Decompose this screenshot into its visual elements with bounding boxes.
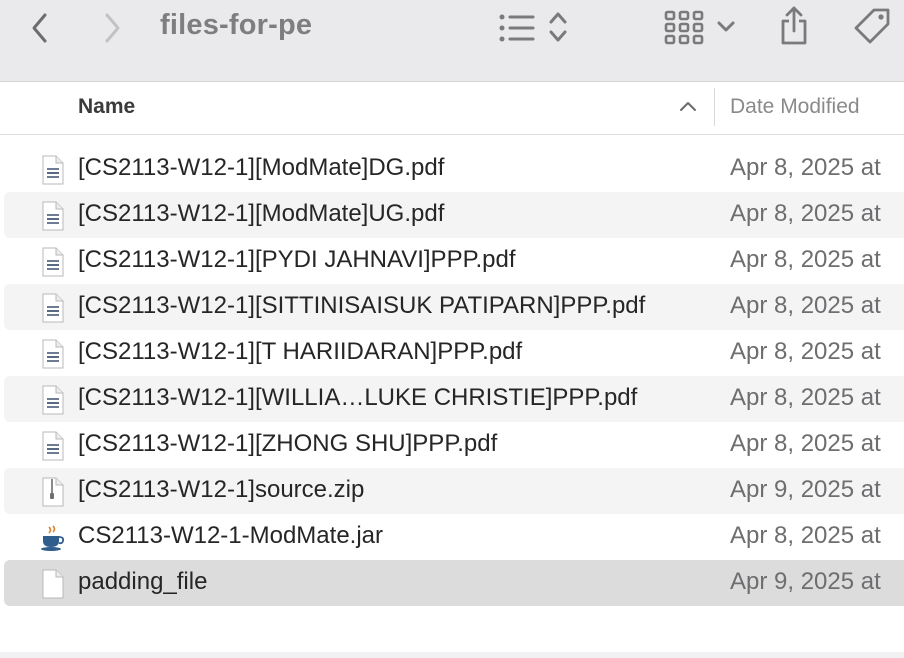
- file-name: [CS2113-W12-1][ModMate]UG.pdf: [78, 200, 445, 227]
- pdf-file-icon: [42, 293, 64, 323]
- file-name: [CS2113-W12-1][ZHONG SHU]PPP.pdf: [78, 430, 498, 457]
- file-name: [CS2113-W12-1][WILLIA…LUKE CHRISTIE]PPP.…: [78, 384, 638, 411]
- chevron-down-icon[interactable]: [716, 20, 736, 34]
- file-name: [CS2113-W12-1][ModMate]DG.pdf: [78, 154, 445, 181]
- file-name: [CS2113-W12-1][SITTINISAISUK PATIPARN]PP…: [78, 292, 646, 319]
- sort-ascending-icon[interactable]: [679, 100, 697, 112]
- file-date: Apr 8, 2025 at: [730, 384, 881, 411]
- file-name: CS2113-W12-1-ModMate.jar: [78, 522, 384, 549]
- pdf-file-icon: [42, 339, 64, 369]
- blank-file-icon: [42, 569, 64, 599]
- file-row[interactable]: [CS2113-W12-1][T HARIIDARAN]PPP.pdf Apr …: [4, 330, 904, 376]
- file-date: Apr 8, 2025 at: [730, 154, 881, 181]
- sort-updown-icon[interactable]: [548, 10, 568, 44]
- forward-chevron-icon[interactable]: [100, 12, 124, 44]
- back-chevron-icon[interactable]: [28, 12, 52, 44]
- column-header: Name Date Modified: [0, 82, 904, 135]
- file-row[interactable]: [CS2113-W12-1][WILLIA…LUKE CHRISTIE]PPP.…: [4, 376, 904, 422]
- file-row-selected[interactable]: padding_file Apr 9, 2025 at: [4, 560, 904, 606]
- toolbar: files-for-pe: [0, 0, 904, 82]
- status-bar-edge: [0, 652, 904, 658]
- file-date: Apr 8, 2025 at: [730, 292, 881, 319]
- file-row[interactable]: [CS2113-W12-1][PYDI JAHNAVI]PPP.pdf Apr …: [4, 238, 904, 284]
- zip-file-icon: [42, 477, 64, 507]
- file-row[interactable]: [CS2113-W12-1][SITTINISAISUK PATIPARN]PP…: [4, 284, 904, 330]
- file-row[interactable]: [CS2113-W12-1]source.zip Apr 9, 2025 at: [4, 468, 904, 514]
- window-title: files-for-pe: [160, 9, 313, 41]
- file-name: [CS2113-W12-1]source.zip: [78, 476, 365, 503]
- file-date: Apr 8, 2025 at: [730, 338, 881, 365]
- tag-icon[interactable]: [852, 6, 894, 48]
- file-row[interactable]: [CS2113-W12-1][ZHONG SHU]PPP.pdf Apr 8, …: [4, 422, 904, 468]
- pdf-file-icon: [42, 431, 64, 461]
- file-list: [CS2113-W12-1][ModMate]DG.pdf Apr 8, 202…: [0, 146, 904, 606]
- pdf-file-icon: [42, 247, 64, 277]
- file-date: Apr 9, 2025 at: [730, 568, 881, 595]
- column-divider[interactable]: [714, 88, 715, 126]
- pdf-file-icon: [42, 201, 64, 231]
- list-view-icon[interactable]: [498, 12, 536, 44]
- pdf-file-icon: [42, 155, 64, 185]
- name-column-header[interactable]: Name: [78, 95, 135, 119]
- grid-view-icon[interactable]: [664, 10, 704, 46]
- file-row[interactable]: CS2113-W12-1-ModMate.jar Apr 8, 2025 at: [4, 514, 904, 560]
- share-icon[interactable]: [778, 4, 810, 46]
- file-name: [CS2113-W12-1][T HARIIDARAN]PPP.pdf: [78, 338, 523, 365]
- file-name: padding_file: [78, 568, 208, 595]
- file-date: Apr 8, 2025 at: [730, 430, 881, 457]
- file-row[interactable]: [CS2113-W12-1][ModMate]DG.pdf Apr 8, 202…: [4, 146, 904, 192]
- file-date: Apr 8, 2025 at: [730, 246, 881, 273]
- file-date: Apr 8, 2025 at: [730, 200, 881, 227]
- file-date: Apr 8, 2025 at: [730, 522, 881, 549]
- file-date: Apr 9, 2025 at: [730, 476, 881, 503]
- pdf-file-icon: [42, 385, 64, 415]
- file-row[interactable]: [CS2113-W12-1][ModMate]UG.pdf Apr 8, 202…: [4, 192, 904, 238]
- date-modified-column-header[interactable]: Date Modified: [730, 95, 860, 119]
- java-coffee-cup-icon: [41, 525, 65, 551]
- file-name: [CS2113-W12-1][PYDI JAHNAVI]PPP.pdf: [78, 246, 516, 273]
